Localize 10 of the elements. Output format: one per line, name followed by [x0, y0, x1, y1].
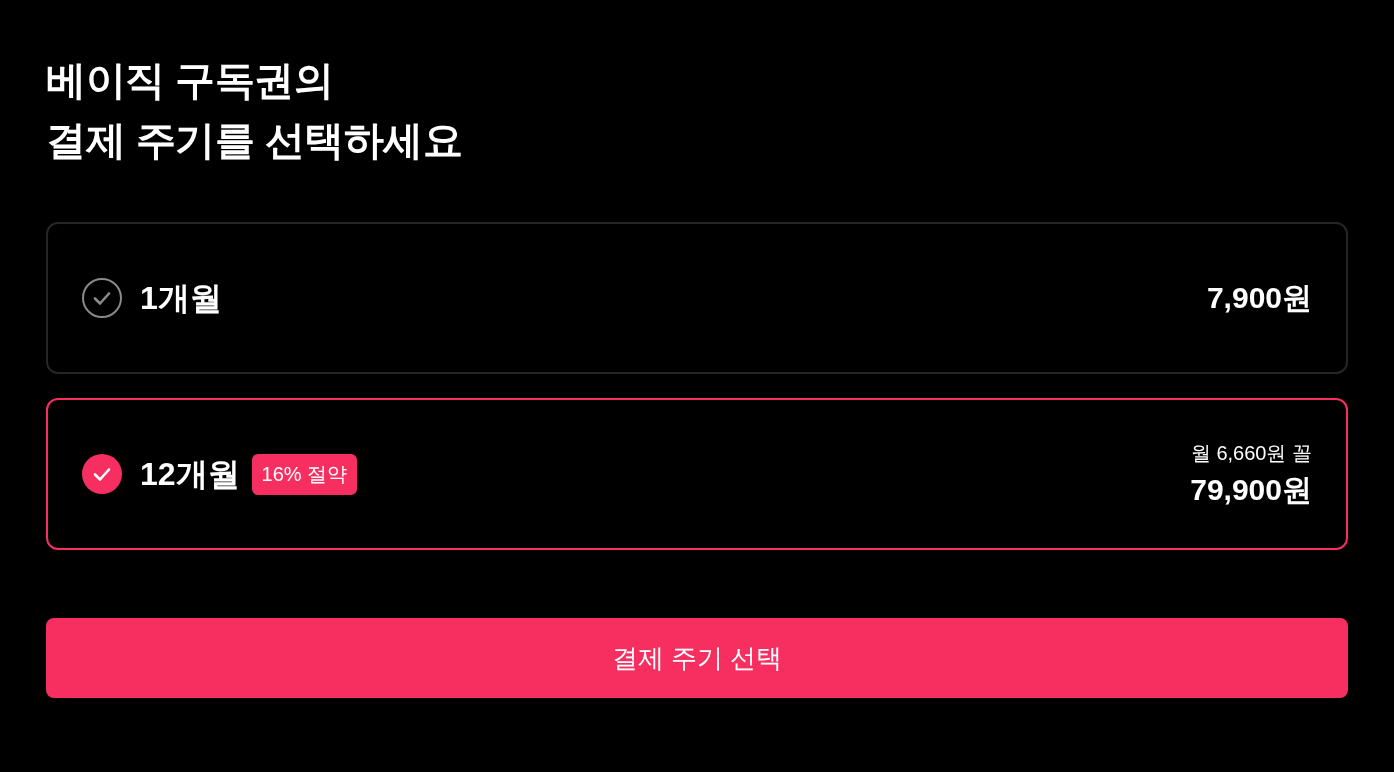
discount-badge: 16% 절약 — [251, 453, 358, 495]
plan-option[interactable]: 1개월 7,900원 — [46, 222, 1348, 374]
plan-name: 1개월 — [140, 279, 222, 318]
page-title: 베이직 구독권의 결제 주기를 선택하세요 — [46, 57, 463, 164]
plan-name: 12개월 — [140, 455, 240, 494]
submit-button[interactable]: 결제 주기 선택 — [46, 618, 1348, 698]
plan-option[interactable]: 12개월 16% 절약 월 6,660원 꼴 79,900원 — [46, 398, 1348, 550]
plan-price: 79,900원 — [1190, 472, 1312, 508]
plan-price: 7,900원 — [1206, 280, 1312, 316]
monthly-price-note: 월 6,660원 꼴 — [1190, 441, 1312, 466]
